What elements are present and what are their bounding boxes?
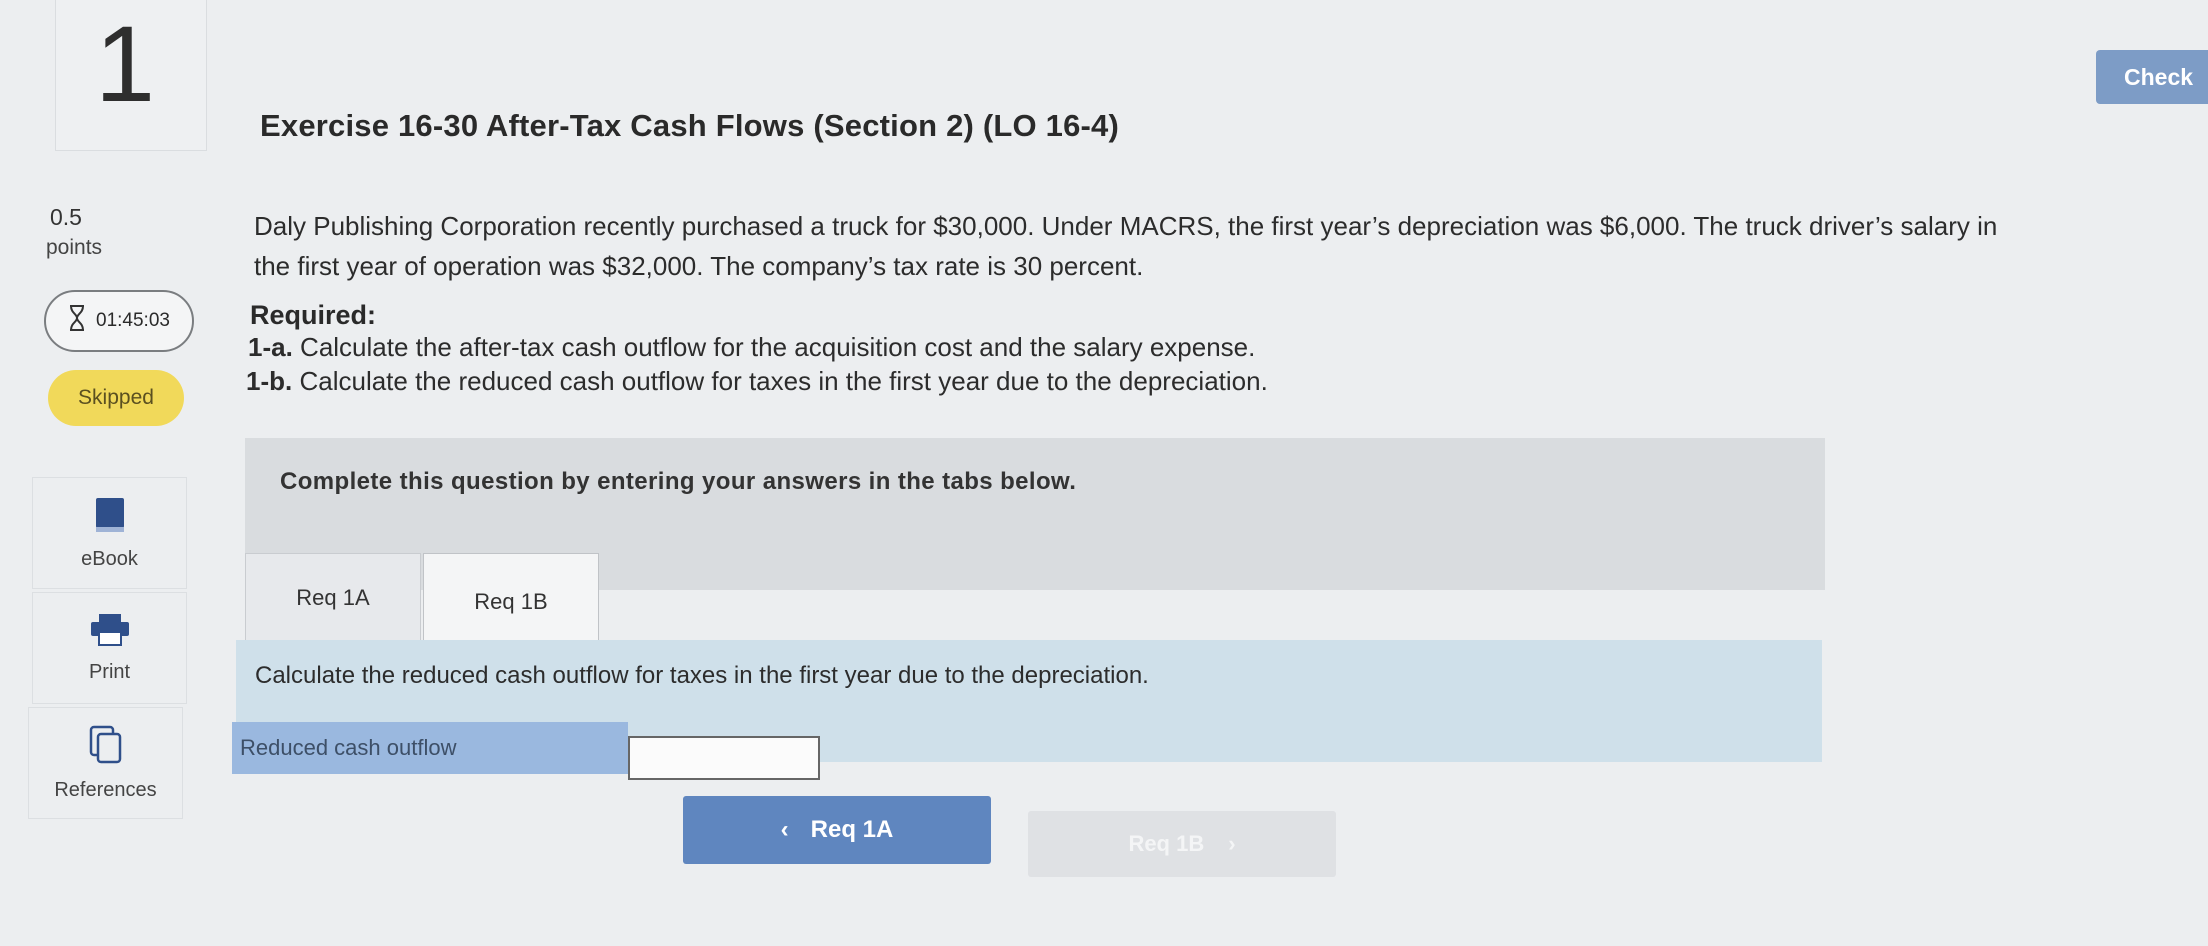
reduced-cash-outflow-label: Reduced cash outflow	[232, 722, 628, 774]
ebook-button[interactable]: eBook	[32, 477, 187, 589]
requirement-1b-prefix: 1-b.	[246, 366, 293, 396]
requirement-1a-prefix: 1-a.	[248, 332, 293, 362]
exercise-title: Exercise 16-30 After-Tax Cash Flows (Sec…	[260, 108, 1120, 143]
tab-req-1a[interactable]: Req 1A	[245, 553, 421, 643]
tab-instruction: Calculate the reduced cash outflow for t…	[255, 662, 1149, 689]
requirement-1a-text: Calculate the after-tax cash outflow for…	[300, 332, 1256, 362]
exercise-paragraph: Daly Publishing Corporation recently pur…	[254, 211, 1998, 281]
reduced-cash-outflow-input[interactable]	[628, 736, 820, 780]
book-icon	[94, 496, 126, 540]
required-label: Required:	[250, 300, 377, 330]
print-button[interactable]: Print	[32, 592, 187, 704]
references-label: References	[54, 778, 157, 801]
chevron-right-icon: ›	[1228, 831, 1236, 856]
check-button[interactable]: Check	[2096, 50, 2208, 104]
requirement-1b-text: Calculate the reduced cash outflow for t…	[299, 366, 1268, 396]
requirement-1a: 1-a. Calculate the after-tax cash outflo…	[248, 332, 1255, 363]
timer: 01:45:03	[44, 290, 194, 352]
chevron-left-icon: ‹	[780, 816, 789, 843]
status-badge: Skipped	[48, 370, 184, 426]
question-number: 1	[95, 3, 156, 124]
prev-req-label: Req 1A	[810, 816, 894, 843]
points-label: points	[46, 236, 103, 259]
next-req-label: Req 1B	[1128, 831, 1205, 856]
timer-value: 01:45:03	[96, 310, 170, 331]
printer-icon	[89, 613, 131, 653]
print-label: Print	[88, 660, 131, 683]
documents-icon	[89, 725, 123, 771]
answer-panel-instruction: Complete this question by entering your …	[280, 468, 1077, 495]
ebook-label: eBook	[81, 547, 138, 570]
tab-req-1b[interactable]: Req 1B	[423, 553, 599, 649]
prev-req-button[interactable]: ‹ Req 1A	[683, 796, 991, 864]
answer-row: Reduced cash outflow	[232, 722, 820, 780]
points-value: 0.5	[50, 204, 82, 230]
hourglass-icon	[68, 305, 86, 337]
next-req-button[interactable]: Req 1B ›	[1028, 811, 1336, 877]
references-button[interactable]: References	[28, 707, 183, 819]
requirement-1b: 1-b. Calculate the reduced cash outflow …	[246, 366, 1268, 397]
